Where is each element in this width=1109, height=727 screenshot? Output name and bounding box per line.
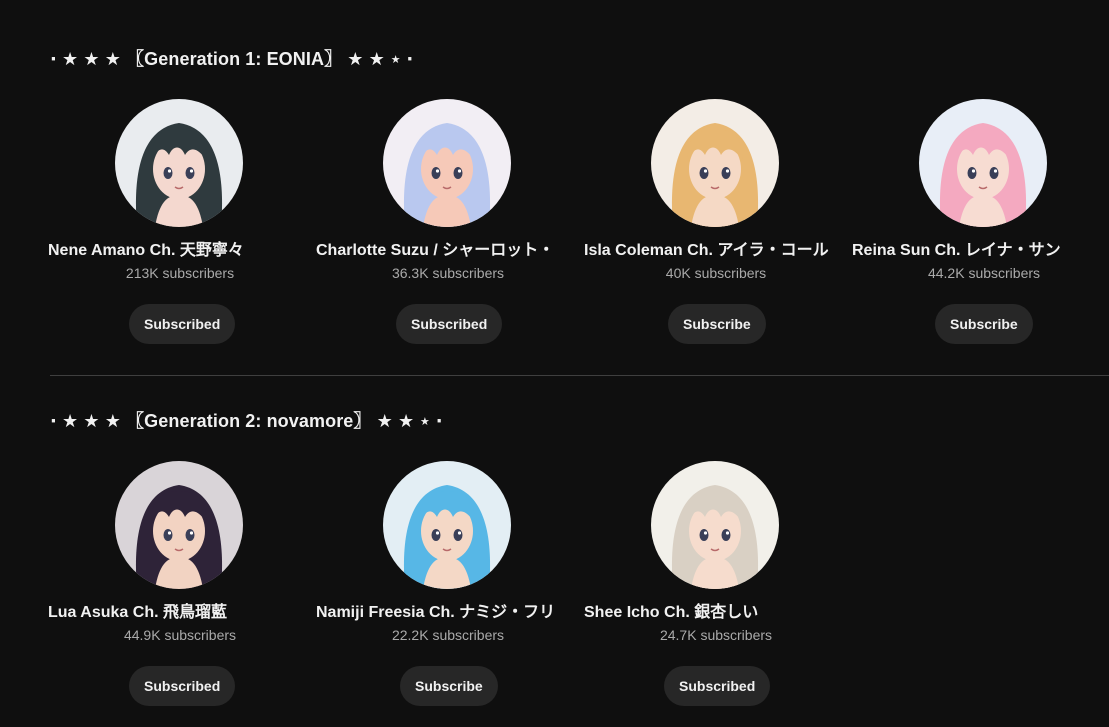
subscriber-count: 213K subscribers [125, 265, 235, 281]
channel-card: Isla Coleman Ch. アイラ・コール 40K subscribers… [584, 99, 851, 359]
channel-name[interactable]: Shee Icho Ch. 銀杏しい [584, 598, 851, 622]
channel-card: Nene Amano Ch. 天野寧々 213K subscribers Sub… [48, 99, 315, 359]
channel-name[interactable]: Namiji Freesia Ch. ナミジ・フリ [316, 598, 583, 622]
channel-name[interactable]: Reina Sun Ch. レイナ・サン [852, 236, 1109, 260]
subscriber-count: 36.3K subscribers [391, 265, 505, 281]
subscribed-button[interactable]: Subscribed [396, 304, 503, 344]
subscribe-button[interactable]: Subscribe [668, 304, 766, 344]
channel-avatar[interactable] [919, 99, 1047, 227]
channels-page: ⋅ ★ ★ ★ 〖Generation 1: EONIA〗 ★ ★ ⋆ ⋅ Ne… [0, 0, 1109, 727]
section-divider [50, 375, 1109, 376]
channel-card: Reina Sun Ch. レイナ・サン 44.2K subscribers S… [852, 99, 1109, 359]
subscriber-count: 44.2K subscribers [927, 265, 1041, 281]
channel-card: Lua Asuka Ch. 飛鳥瑠藍 44.9K subscribers Sub… [48, 461, 315, 721]
subscribed-button[interactable]: Subscribed [129, 666, 236, 706]
subscriber-count: 40K subscribers [665, 265, 767, 281]
channel-avatar[interactable] [115, 461, 243, 589]
channel-avatar[interactable] [383, 99, 511, 227]
subscriber-count: 44.9K subscribers [123, 627, 237, 643]
channel-card: Charlotte Suzu / シャーロット・ 36.3K subscribe… [316, 99, 583, 359]
section-title-generation-1: ⋅ ★ ★ ★ 〖Generation 1: EONIA〗 ★ ★ ⋆ ⋅ [50, 49, 414, 69]
channel-avatar[interactable] [115, 99, 243, 227]
channel-avatar[interactable] [651, 99, 779, 227]
channel-card: Namiji Freesia Ch. ナミジ・フリ 22.2K subscrib… [316, 461, 583, 721]
channel-name[interactable]: Charlotte Suzu / シャーロット・ [316, 236, 583, 260]
channel-avatar[interactable] [383, 461, 511, 589]
channel-name[interactable]: Nene Amano Ch. 天野寧々 [48, 236, 315, 260]
section-title-generation-2: ⋅ ★ ★ ★ 〖Generation 2: novamore〗 ★ ★ ⋆ ⋅ [50, 411, 443, 431]
channel-name[interactable]: Isla Coleman Ch. アイラ・コール [584, 236, 851, 260]
subscribed-button[interactable]: Subscribed [664, 666, 771, 706]
channel-name[interactable]: Lua Asuka Ch. 飛鳥瑠藍 [48, 598, 315, 622]
channel-card: Shee Icho Ch. 銀杏しい 24.7K subscribers Sub… [584, 461, 851, 721]
subscribe-button[interactable]: Subscribe [935, 304, 1033, 344]
channel-avatar[interactable] [651, 461, 779, 589]
subscribed-button[interactable]: Subscribed [129, 304, 236, 344]
subscriber-count: 22.2K subscribers [391, 627, 505, 643]
subscriber-count: 24.7K subscribers [659, 627, 773, 643]
subscribe-button[interactable]: Subscribe [400, 666, 498, 706]
